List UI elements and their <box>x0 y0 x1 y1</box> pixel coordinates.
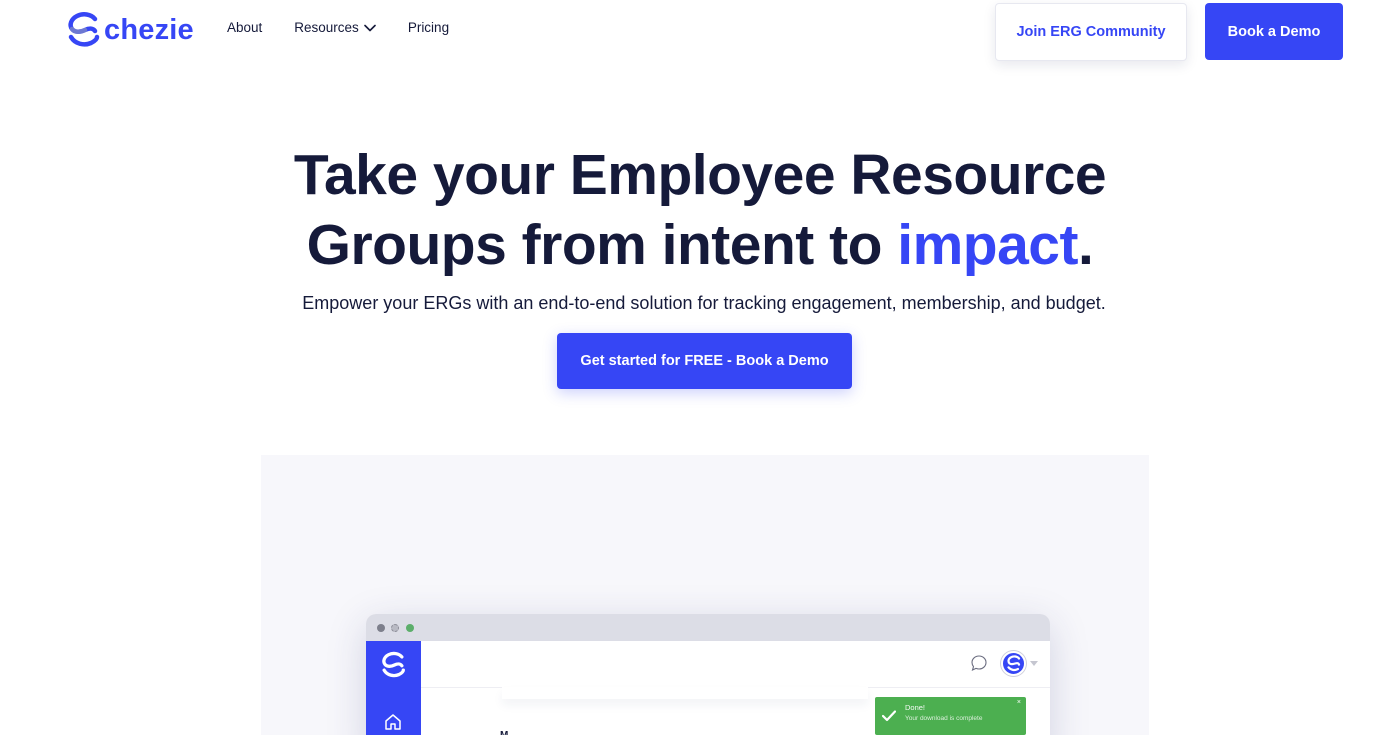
chezie-logo-icon <box>68 12 100 47</box>
app-preview-window: Done! Your download is complete × M <box>366 614 1050 735</box>
get-started-cta-button[interactable]: Get started for FREE - Book a Demo <box>557 333 852 389</box>
nav-link-about[interactable]: About <box>227 20 262 35</box>
nav-link-about-label: About <box>227 20 263 35</box>
content-card <box>502 687 868 699</box>
brand-logo[interactable]: chezie <box>66 11 194 49</box>
hero-title-line1: Take your Employee Resource <box>293 143 1107 207</box>
window-dot-icon <box>391 624 399 632</box>
app-topbar <box>421 641 1050 688</box>
join-erg-community-button[interactable]: Join ERG Community <box>995 3 1187 61</box>
window-dot-icon <box>406 624 414 632</box>
hero-title: Take your Employee Resource Groups from … <box>0 140 1400 280</box>
home-icon <box>385 714 401 730</box>
chevron-down-icon[interactable] <box>1030 661 1038 666</box>
checkmark-icon <box>882 710 896 722</box>
success-toast: Done! Your download is complete × <box>875 697 1026 735</box>
nav-link-resources-label: Resources <box>294 20 359 35</box>
toast-title: Done! <box>905 703 926 712</box>
toast-message: Your download is complete <box>905 715 983 722</box>
nav-link-pricing[interactable]: Pricing <box>408 20 449 35</box>
nav-link-pricing-label: Pricing <box>407 20 450 35</box>
page: chezie About Resources Pricing Join ERG … <box>0 0 1400 735</box>
hero-title-accent: impact <box>897 213 1078 277</box>
nav-links: About Resources Pricing <box>227 20 481 35</box>
top-nav: chezie About Resources Pricing Join ERG … <box>0 0 1400 64</box>
browser-title-bar <box>366 614 1050 641</box>
brand-name: chezie <box>104 13 194 46</box>
nav-link-resources[interactable]: Resources <box>294 20 376 35</box>
user-avatar <box>1001 651 1026 676</box>
app-sidebar <box>366 641 421 735</box>
window-dot-icon <box>377 624 385 632</box>
chat-bubble-icon <box>971 655 987 672</box>
chezie-logo-icon <box>382 651 405 678</box>
book-demo-nav-button[interactable]: Book a Demo <box>1205 3 1343 60</box>
hero-title-period: . <box>1078 213 1094 277</box>
chevron-down-icon <box>364 24 376 31</box>
chezie-logo-icon <box>1007 655 1021 672</box>
hero-title-line2: Groups from intent to <box>306 213 898 277</box>
close-icon[interactable]: × <box>1017 699 1021 706</box>
content-heading: M <box>500 730 508 735</box>
hero-subtitle: Empower your ERGs with an end-to-end sol… <box>302 293 1106 313</box>
